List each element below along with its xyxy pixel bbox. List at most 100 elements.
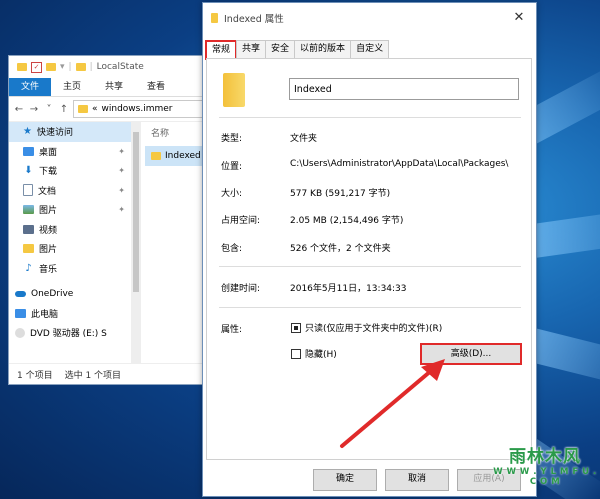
folder-icon xyxy=(211,13,218,23)
close-icon[interactable]: ✕ xyxy=(510,9,528,27)
nav-item-label: OneDrive xyxy=(31,288,74,299)
ribbon-tab-home[interactable]: 主页 xyxy=(51,78,93,96)
pin-icon[interactable]: ✦ xyxy=(118,205,125,214)
status-selected-count: 选中 1 个项目 xyxy=(64,370,122,381)
ok-button[interactable]: 确定 xyxy=(313,469,377,491)
cloud-icon xyxy=(15,290,26,297)
title-separator: | xyxy=(68,62,72,72)
navigation-scrollbar[interactable] xyxy=(131,122,141,364)
ribbon-tab-view[interactable]: 查看 xyxy=(135,78,177,96)
nav-item-quick-access[interactable]: ★ 快速访问 xyxy=(9,122,131,142)
folder-icon xyxy=(75,63,86,71)
dvd-icon xyxy=(15,327,25,338)
hidden-checkbox[interactable] xyxy=(291,349,301,359)
ribbon-tab-share[interactable]: 共享 xyxy=(93,78,135,96)
ribbon-tab-file[interactable]: 文件 xyxy=(9,78,52,96)
tab-previous-versions[interactable]: 以前的版本 xyxy=(294,40,352,58)
nav-item-pictures[interactable]: 图片 ✦ xyxy=(9,200,131,220)
hidden-label[interactable]: 隐藏(H) xyxy=(305,347,337,360)
status-bar: 1 个项目 选中 1 个项目 xyxy=(9,363,213,384)
scrollbar-thumb[interactable] xyxy=(133,132,139,292)
nav-item-documents[interactable]: 文档 ✦ xyxy=(9,181,131,201)
nav-item-this-pc[interactable]: 此电脑 xyxy=(9,304,131,324)
nav-item-downloads[interactable]: ⬇ 下载 ✦ xyxy=(9,161,131,181)
up-icon[interactable]: ↑ xyxy=(58,104,70,115)
nav-item-pictures-folder[interactable]: 图片 xyxy=(9,239,131,259)
folder-icon xyxy=(223,73,245,107)
back-icon[interactable]: ← xyxy=(13,104,25,115)
tab-security[interactable]: 安全 xyxy=(265,40,296,58)
watermark-logo: 雨林木风 W W W . Y L M F U . C O M xyxy=(490,436,600,494)
title-separator: | xyxy=(89,62,93,72)
nav-item-label: 音乐 xyxy=(39,264,58,275)
nav-item-label: 视频 xyxy=(39,225,58,236)
dialog-tabs: 常规 共享 安全 以前的版本 自定义 xyxy=(205,40,390,60)
nav-item-music[interactable]: ♪ 音乐 xyxy=(9,259,131,279)
tab-sharing[interactable]: 共享 xyxy=(236,40,267,58)
music-icon: ♪ xyxy=(25,262,32,274)
new-folder-icon[interactable] xyxy=(46,63,56,71)
created-label: 创建时间: xyxy=(221,284,261,294)
size-label: 大小: xyxy=(221,189,243,199)
nav-item-videos[interactable]: 视频 xyxy=(9,220,131,240)
general-tab-panel: Indexed 类型: 文件夹 位置: C:\Users\Administrat… xyxy=(206,58,532,460)
document-icon xyxy=(23,184,33,197)
forward-icon[interactable]: → xyxy=(28,104,40,115)
type-label: 类型: xyxy=(221,134,243,144)
explorer-body: ★ 快速访问 桌面 ✦ ⬇ 下载 ✦ 文档 ✦ 图片 ✦ 视频 图片 ♪ 音乐 … xyxy=(9,122,205,364)
content-pane: 名称 Indexed xyxy=(145,122,205,364)
quick-access-dropdown-icon[interactable]: ▾ xyxy=(60,62,65,72)
file-name: Indexed xyxy=(165,151,201,161)
readonly-label[interactable]: 只读(仅应用于文件夹中的文件)(R) xyxy=(305,321,442,334)
video-icon xyxy=(23,224,34,234)
navigation-pane: ★ 快速访问 桌面 ✦ ⬇ 下载 ✦ 文档 ✦ 图片 ✦ 视频 图片 ♪ 音乐 … xyxy=(9,122,131,364)
tab-general[interactable]: 常规 xyxy=(205,40,238,60)
advanced-button[interactable]: 高级(D)... xyxy=(420,343,522,365)
type-value: 文件夹 xyxy=(290,134,318,144)
folder-icon xyxy=(23,244,34,254)
download-icon: ⬇ xyxy=(24,165,33,177)
divider xyxy=(219,117,521,118)
column-header-name[interactable]: 名称 xyxy=(145,122,205,146)
star-icon: ★ xyxy=(23,126,32,138)
nav-item-desktop[interactable]: 桌面 ✦ xyxy=(9,142,131,162)
folder-name-input[interactable]: Indexed xyxy=(289,78,519,100)
nav-item-dvd-drive[interactable]: DVD 驱动器 (E:) S xyxy=(9,323,131,343)
properties-icon[interactable]: ✓ xyxy=(31,61,42,73)
divider xyxy=(219,266,521,267)
explorer-title: LocalState xyxy=(96,62,144,72)
nav-item-label: 桌面 xyxy=(39,147,58,158)
size-value: 577 KB (591,217 字节) xyxy=(290,189,391,199)
watermark-title: 雨林木风 xyxy=(509,447,581,467)
created-value: 2016年5月11日，13:34:33 xyxy=(290,284,407,294)
nav-item-label: 图片 xyxy=(39,245,58,256)
nav-item-label: 下载 xyxy=(39,167,58,178)
address-prefix[interactable]: « xyxy=(92,104,98,114)
address-text: windows.immer xyxy=(101,104,173,114)
nav-item-label: DVD 驱动器 (E:) S xyxy=(30,329,107,340)
address-bar[interactable]: « windows.immer xyxy=(73,100,205,118)
readonly-checkbox[interactable] xyxy=(291,323,301,333)
pin-icon[interactable]: ✦ xyxy=(118,166,125,175)
chevron-down-icon[interactable]: ˅ xyxy=(43,104,55,115)
explorer-titlebar: ✓ ▾ | | LocalState xyxy=(9,56,205,78)
nav-item-onedrive[interactable]: OneDrive xyxy=(9,284,131,304)
properties-dialog: Indexed 属性 ✕ 常规 共享 安全 以前的版本 自定义 Indexed … xyxy=(202,2,537,497)
pin-icon[interactable]: ✦ xyxy=(118,147,125,156)
folder-icon xyxy=(17,63,27,71)
dialog-title: Indexed 属性 xyxy=(224,14,284,25)
pin-icon[interactable]: ✦ xyxy=(118,186,125,195)
status-item-count: 1 个项目 xyxy=(17,370,53,381)
file-row-indexed[interactable]: Indexed xyxy=(145,146,205,166)
nav-item-label: 文档 xyxy=(38,186,57,197)
picture-icon xyxy=(23,205,34,215)
contains-value: 526 个文件，2 个文件夹 xyxy=(290,244,391,254)
location-value: C:\Users\Administrator\AppData\Local\Pac… xyxy=(290,159,509,169)
location-label: 位置: xyxy=(221,162,243,172)
contains-label: 包含: xyxy=(221,244,243,254)
folder-icon xyxy=(78,105,88,113)
folder-icon xyxy=(151,152,161,160)
cancel-button[interactable]: 取消 xyxy=(385,469,449,491)
attributes-label: 属性: xyxy=(221,325,243,335)
tab-customize[interactable]: 自定义 xyxy=(350,40,390,58)
